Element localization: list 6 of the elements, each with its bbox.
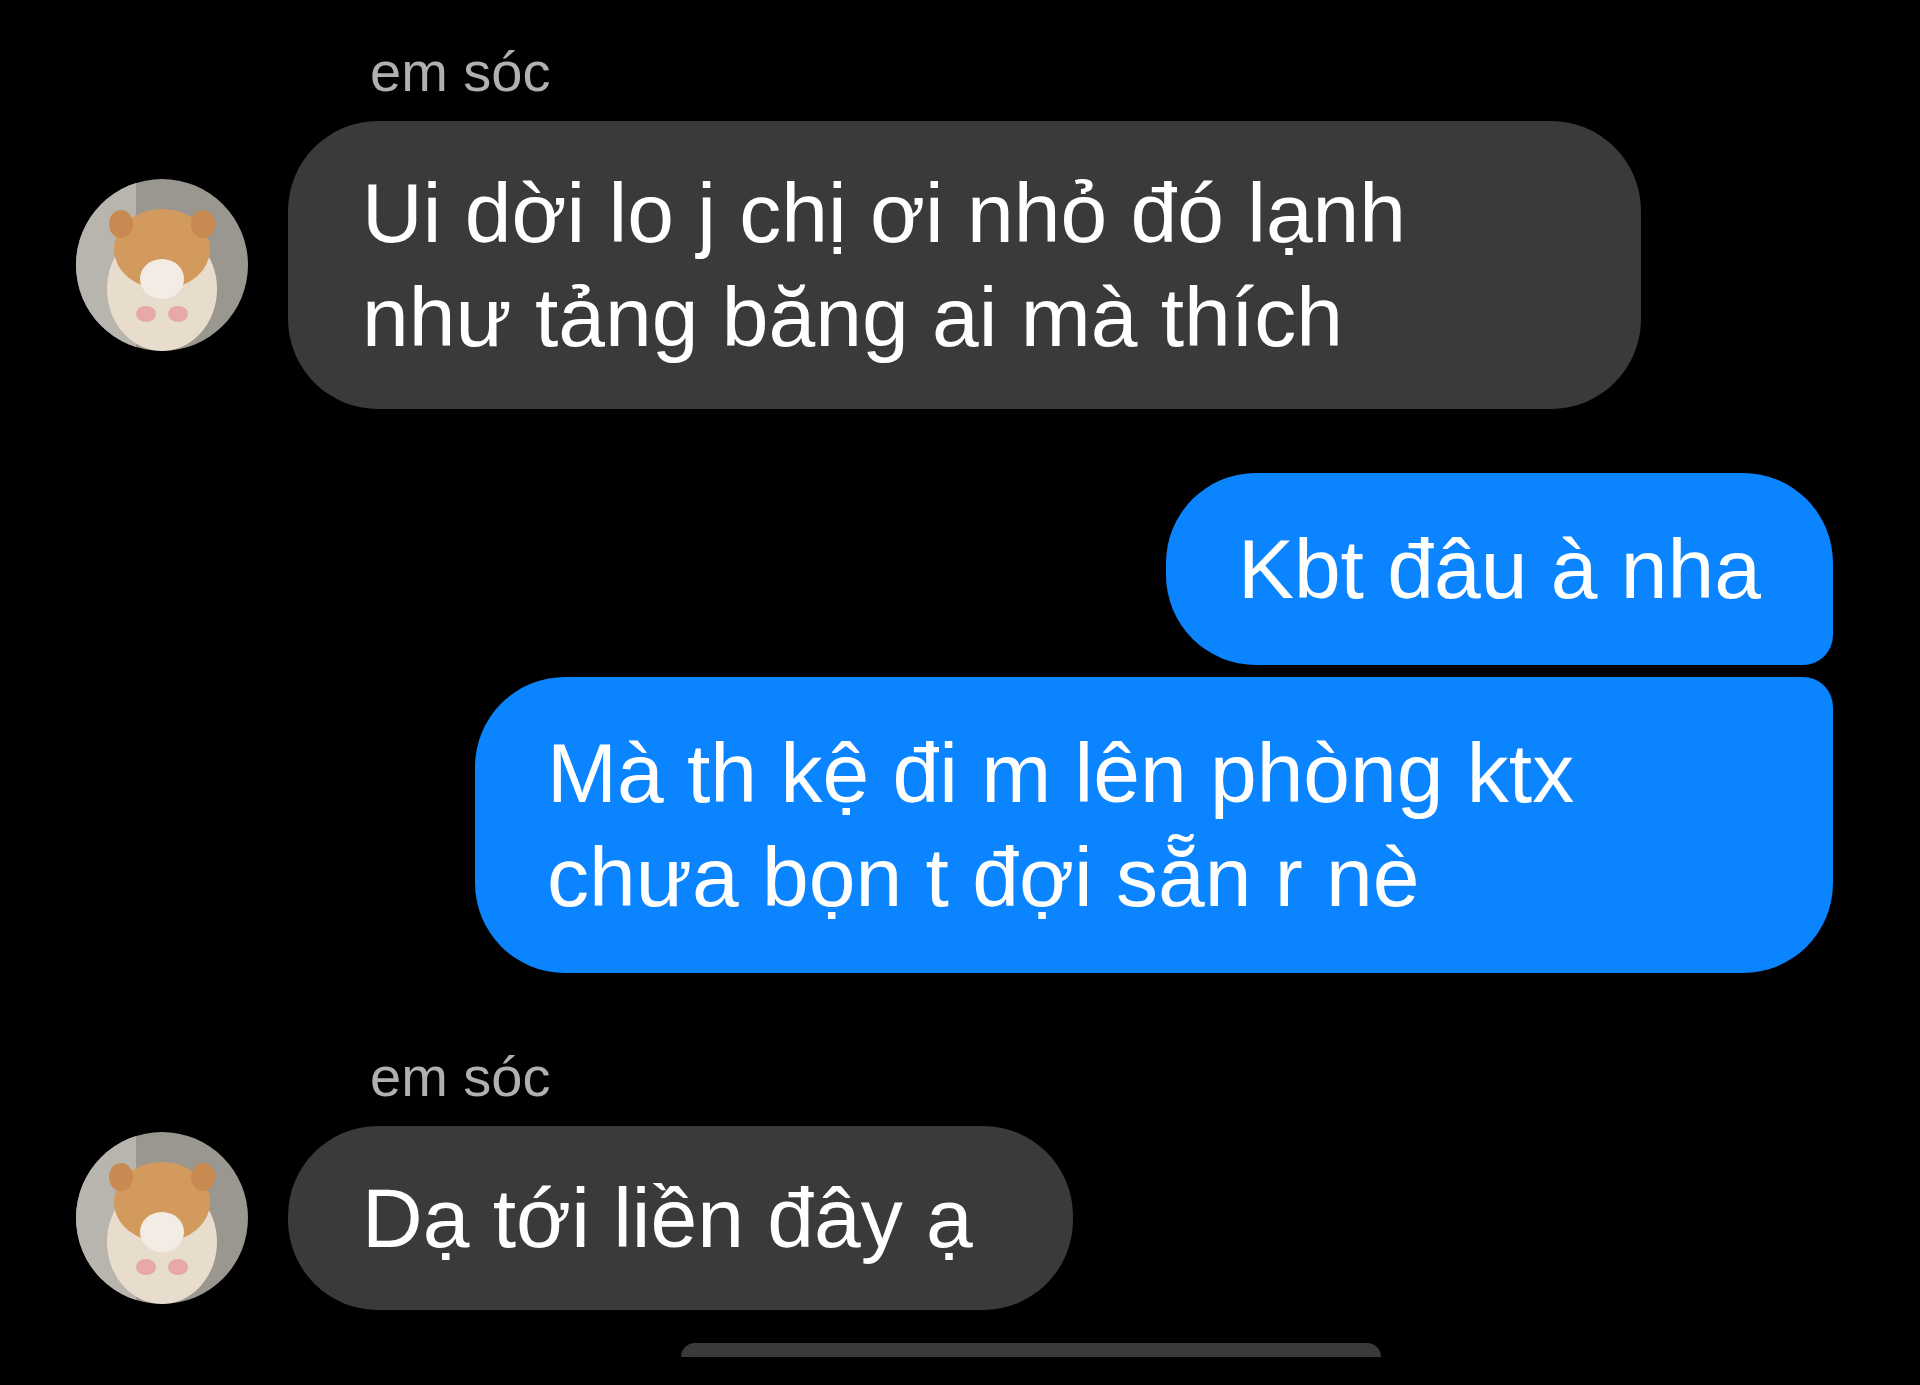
sender-name: em sóc [370, 1043, 552, 1110]
sender-name: em sóc [370, 39, 552, 105]
message-bubble: Ui dời lo j chị ơi nhỏ đó lạnh như tảng băng ai mà thích [288, 120, 1641, 409]
message-bubble: Kbt đâu à nha [1165, 472, 1833, 665]
message-bubble: Dạ tới liền đây ạ [288, 1125, 1073, 1310]
message-bubble: Mà th kệ đi m lên phòng ktx chưa bọn t đợi sẵn r nè [475, 676, 1833, 973]
